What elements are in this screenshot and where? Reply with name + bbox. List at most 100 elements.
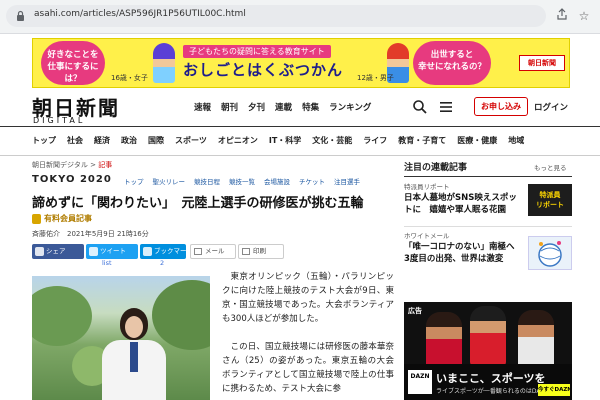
browser-toolbar: asahi.com/articles/ASP596JR1P56UTIL00C.h… [0, 0, 600, 34]
ad-left-caption: 16歳・女子 [111, 74, 148, 82]
ad-left-text: 好きなことを 仕事にするには？ [47, 50, 99, 84]
article-paragraph-2: この日、国立競技場には研修医の藤本華奈さん（25）の姿があった。東京五輪の大会ボ… [222, 342, 394, 394]
sidebar-divider [404, 226, 572, 227]
print-label: 印刷 [253, 247, 266, 255]
hatena-icon [143, 247, 152, 256]
ad-subtext: ライブスポーツが一番観られるのはDAZN [436, 388, 550, 395]
nav-features[interactable]: 特集 [302, 103, 319, 113]
hatena-count[interactable]: 2 [160, 259, 164, 267]
category-politics[interactable]: 政治 [121, 136, 137, 145]
ad-banner-strip: DAZN いまここ、スポーツを ライブスポーツが一番観られるのはDAZN 今すぐ… [404, 364, 572, 400]
ad-left-bubble: 好きなことを 仕事にするには？ [41, 41, 105, 85]
mail-share-label: メール [205, 247, 225, 255]
ad-player-3 [518, 310, 554, 370]
breadcrumb: 朝日新聞デジタル > 記事 [32, 160, 112, 170]
ad-title: おしごとはくぶつかん [183, 61, 344, 79]
nav-evening[interactable]: 夕刊 [248, 103, 265, 113]
mail-share-button[interactable]: メール [190, 244, 236, 259]
sidebar-item-2-title[interactable]: 「唯一コロナのない」南極へ 3度目の出発、世界は激変 [404, 241, 523, 265]
lock-icon [17, 10, 24, 21]
ad-character-left [153, 43, 175, 83]
menu-icon[interactable] [440, 102, 452, 112]
header-nav: 速報 朝刊 夕刊 連載 特集 ランキング [194, 101, 381, 113]
sidebar-item-1-thumbnail[interactable]: 特派員 リポート [528, 184, 572, 216]
photo-person-face [125, 316, 143, 338]
search-icon[interactable] [412, 99, 428, 115]
category-list: トップ 社会 経済 政治 国際 スポーツ オピニオン IT・科学 文化・芸能 ライフ 教育・子育て 医… [32, 135, 535, 146]
dazn-logo: DAZN [408, 370, 432, 394]
breadcrumb-home[interactable]: 朝日新聞デジタル [32, 161, 88, 169]
category-region[interactable]: 地域 [508, 136, 524, 145]
topic-events[interactable]: 競技一覧 [229, 178, 255, 186]
sidebar-item-1-title[interactable]: 日本人墓地がSNS映えスポットに 嬉嬉や軍人眠る花園 [404, 192, 522, 216]
subscribe-button[interactable]: お申し込み [474, 97, 528, 116]
article-headline: 諦めずに「関わりたい」 元陸上選手の研修医が挑む五輪 [32, 196, 364, 211]
facebook-share-button[interactable]: シェア [32, 244, 84, 259]
sidebar-item-2-thumbnail[interactable] [528, 236, 572, 270]
nav-series[interactable]: 連載 [275, 103, 292, 113]
sidebar: 注目の連載記事 もっと見る 特派員リポート 日本人墓地がSNS映えスポットに 嬉… [404, 156, 572, 400]
topic-top[interactable]: トップ [124, 178, 144, 186]
category-opinion[interactable]: オピニオン [218, 136, 258, 145]
facebook-icon [35, 247, 44, 256]
article-body: 東京オリンピック（五輪）・パラリンピックに向けた陸上競技のテスト大会が9日、東京… [222, 270, 394, 400]
member-badge-label: 有料会員記事 [44, 214, 92, 223]
sidebar-item-2-label[interactable]: ホワイトメール [404, 230, 450, 240]
hatena-bookmark-button[interactable]: ブックマーク [140, 244, 193, 259]
sidebar-ad[interactable]: 広告 DAZN いまここ、スポーツを ライブスポーツが一番観られるのはDAZN … [404, 302, 572, 400]
photo-lanyard [130, 342, 138, 372]
photo-tree-right [152, 280, 210, 350]
ad-cta-button[interactable]: 今すぐDAZNを視聴する [538, 384, 570, 396]
sidebar-more-link[interactable]: もっと見る [534, 162, 567, 172]
url-text[interactable]: asahi.com/articles/ASP596JR1P56UTIL00C.h… [34, 9, 246, 19]
sidebar-item-1-label[interactable]: 特派員リポート [404, 181, 450, 191]
category-education[interactable]: 教育・子育て [398, 136, 446, 145]
ad-subtitle: 子どもたちの疑問に答える教育サイト [183, 45, 331, 58]
ad-right-bubble: 出世すると 幸せになれるの？ [413, 41, 491, 85]
breadcrumb-current[interactable]: 記事 [98, 161, 112, 169]
lock-icon [32, 214, 41, 224]
share-icon[interactable] [554, 8, 570, 24]
category-society[interactable]: 社会 [67, 136, 83, 145]
category-health[interactable]: 医療・健康 [457, 136, 497, 145]
category-economy[interactable]: 経済 [94, 136, 110, 145]
topic-venues[interactable]: 会場施設 [264, 178, 290, 186]
top-banner-ad[interactable]: 好きなことを 仕事にするには？ 16歳・女子 子どもたちの疑問に答える教育サイト… [32, 38, 570, 88]
category-top[interactable]: トップ [32, 136, 56, 145]
globe-icon [538, 241, 562, 267]
nav-breaking[interactable]: 速報 [194, 103, 211, 113]
article-photo[interactable] [32, 276, 210, 400]
nav-ranking[interactable]: ランキング [329, 103, 371, 113]
star-icon[interactable]: ☆ [576, 8, 592, 24]
category-culture[interactable]: 文化・芸能 [312, 136, 352, 145]
twitter-count[interactable]: list [102, 259, 112, 267]
mail-icon [194, 248, 202, 255]
topic-tickets[interactable]: チケット [299, 178, 325, 186]
twitter-icon [89, 247, 98, 256]
topic-athletes[interactable]: 注目選手 [334, 178, 360, 186]
ad-logo: 朝日新聞 [519, 55, 565, 71]
category-nav: トップ 社会 経済 政治 国際 スポーツ オピニオン IT・科学 文化・芸能 ライフ 教育・子育て 医… [0, 126, 600, 156]
member-badge: 有料会員記事 [32, 212, 94, 226]
category-it-science[interactable]: IT・科学 [269, 136, 301, 145]
print-button[interactable]: 印刷 [238, 244, 284, 259]
sidebar-rule [404, 176, 572, 177]
ad-player-1 [426, 312, 462, 372]
tokyo-2020-logo[interactable]: TOKYO 2020 [32, 174, 112, 185]
topic-schedule[interactable]: 競技日程 [194, 178, 220, 186]
nav-morning[interactable]: 朝刊 [221, 103, 238, 113]
ad-right-caption: 12歳・男子 [357, 74, 394, 82]
topic-torch-relay[interactable]: 聖火リレー [153, 178, 186, 186]
category-life[interactable]: ライフ [363, 136, 387, 145]
twitter-share-button[interactable]: ツイート [86, 244, 138, 259]
photo-tree-left [32, 286, 92, 346]
login-link[interactable]: ログイン [534, 101, 568, 113]
topic-nav: トップ 聖火リレー 競技日程 競技一覧 会場施設 チケット 注目選手 [124, 176, 369, 186]
ad-label: 広告 [408, 307, 422, 315]
category-sports[interactable]: スポーツ [175, 136, 207, 145]
category-international[interactable]: 国際 [148, 136, 164, 145]
print-icon [242, 248, 250, 255]
site-logo-sub: DIGITAL [33, 116, 86, 125]
breadcrumb-separator: > [90, 161, 96, 169]
article-byline: 斉藤佑介 2021年5月9日 21時16分 [32, 230, 149, 238]
